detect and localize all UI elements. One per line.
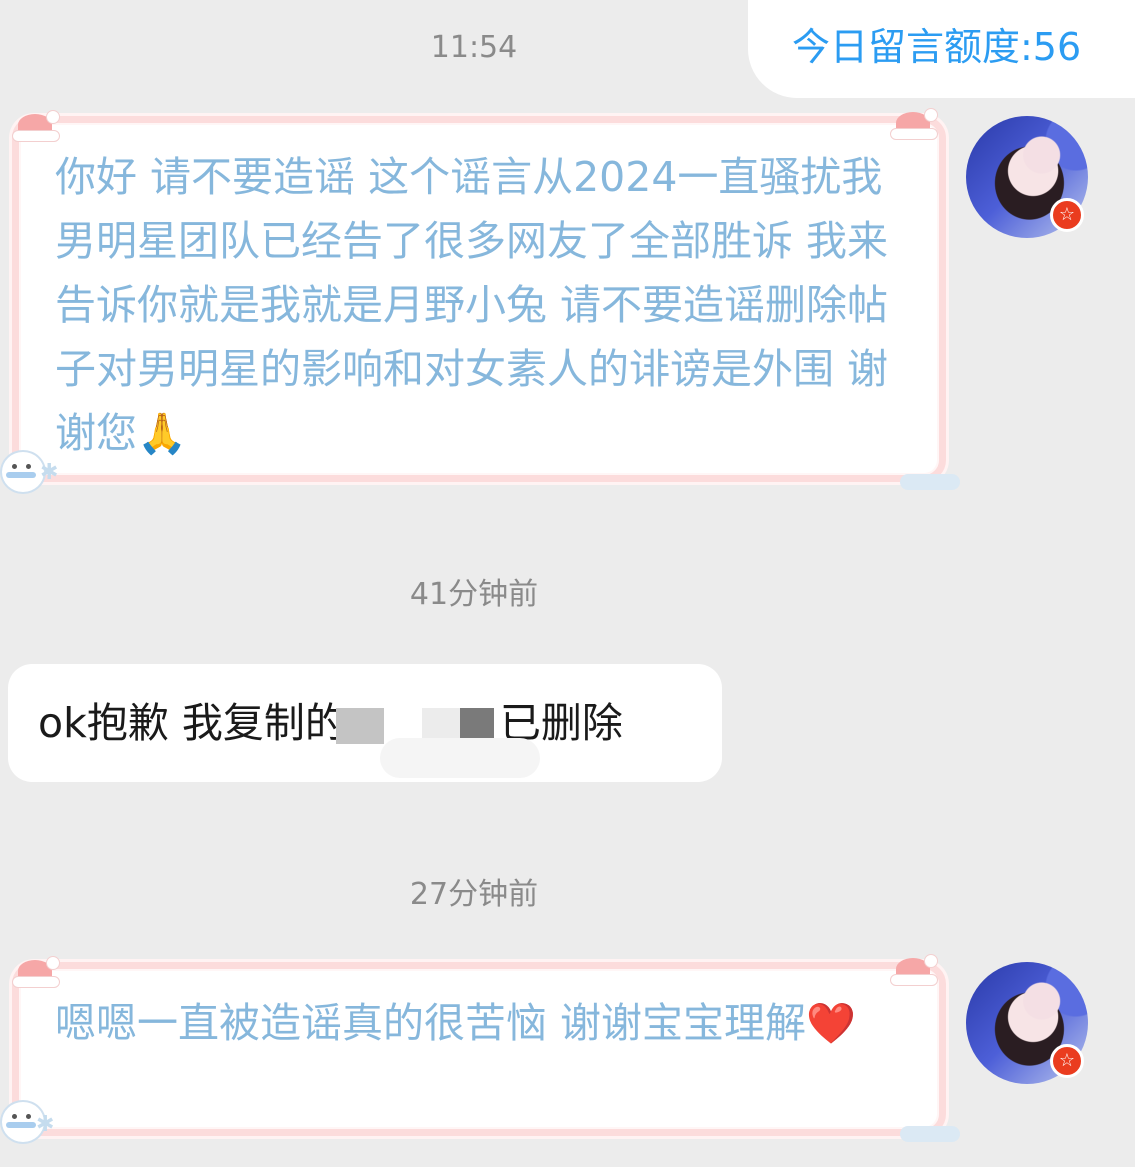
sparkle-decoration-icon: ✱ xyxy=(36,1112,55,1137)
cloud-decoration-icon xyxy=(900,1126,960,1142)
timestamp: 41分钟前 xyxy=(409,577,539,612)
redaction-smudge xyxy=(380,738,540,778)
santa-hat-decoration-icon xyxy=(12,956,60,988)
cloud-decoration-icon xyxy=(900,474,960,490)
santa-hat-decoration-icon xyxy=(12,110,60,142)
timestamp: 11:54 xyxy=(430,30,518,65)
incoming-message-bubble[interactable]: 嗯嗯一直被造谣真的很苦恼 谢谢宝宝理解❤️ xyxy=(12,962,946,1136)
timestamp: 27分钟前 xyxy=(409,877,539,912)
pray-emoji-icon: 🙏 xyxy=(137,411,187,457)
santa-hat-decoration-icon xyxy=(890,108,938,140)
sparkle-decoration-icon: ✱ xyxy=(40,460,59,485)
message-text: 嗯嗯一直被造谣真的很苦恼 谢谢宝宝理解 xyxy=(55,999,807,1047)
heart-emoji-icon: ❤️ xyxy=(806,1001,856,1047)
star-badge-icon: ☆ xyxy=(1050,198,1084,232)
outgoing-message-bubble[interactable]: ok抱歉 我复制的 已删除 xyxy=(8,664,722,782)
incoming-message-bubble[interactable]: 你好 请不要造谣 这个谣言从2024一直骚扰我 男明星团队已经告了很多网友了全部… xyxy=(12,116,946,482)
santa-hat-decoration-icon xyxy=(890,954,938,986)
message-text-before: ok抱歉 我复制的 xyxy=(38,699,346,747)
star-badge-icon: ☆ xyxy=(1050,1044,1084,1078)
redaction-mark xyxy=(335,708,384,744)
